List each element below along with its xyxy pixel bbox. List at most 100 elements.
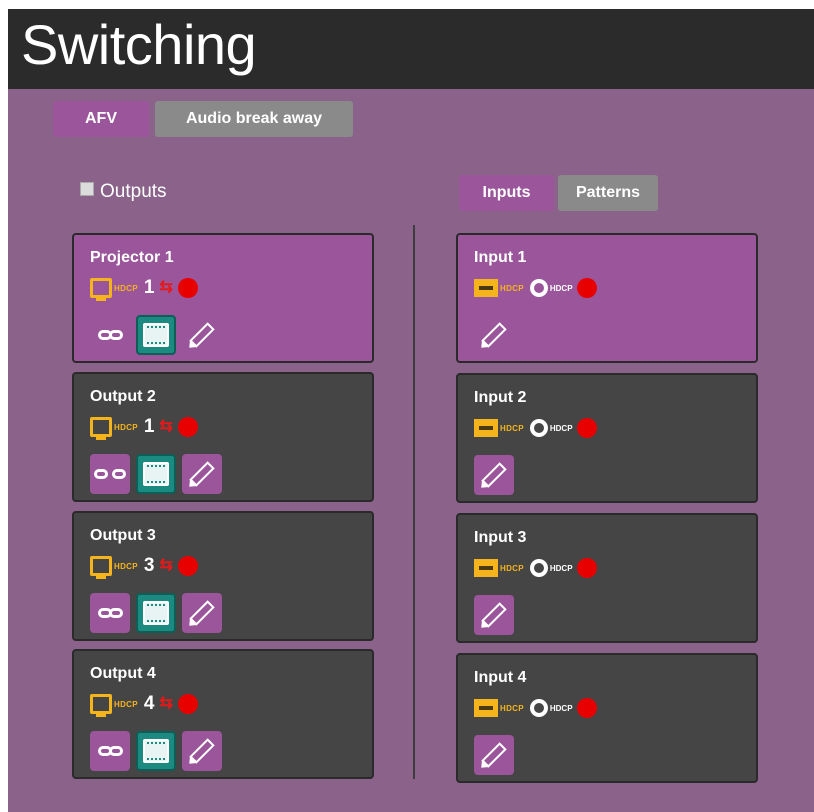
output-name: Projector 1 xyxy=(90,249,174,266)
output-card-2[interactable]: Output 2 HDCP 1 ⇆ xyxy=(72,372,374,502)
pencil-icon xyxy=(189,738,215,764)
link-icon xyxy=(97,330,123,340)
output-name: Output 3 xyxy=(90,527,156,544)
video-frame-icon xyxy=(143,462,169,486)
pencil-icon xyxy=(189,322,215,348)
swap-arrows-icon: ⇆ xyxy=(159,695,173,712)
hdcp-label: HDCP xyxy=(500,423,524,433)
output-card-3[interactable]: Output 3 HDCP 3 ⇆ xyxy=(72,511,374,641)
input-status: HDCP HDCP xyxy=(474,277,597,299)
video-frame-icon xyxy=(143,323,169,347)
unlink-button[interactable] xyxy=(90,454,130,494)
link-button[interactable] xyxy=(90,731,130,771)
input-card-1[interactable]: Input 1 HDCP HDCP xyxy=(456,233,758,363)
unlink-icon xyxy=(94,469,126,479)
output-status: HDCP 1 ⇆ xyxy=(90,416,198,440)
film-reel-icon xyxy=(529,279,548,297)
swap-arrows-icon: ⇆ xyxy=(159,279,173,296)
hdcp-label: HDCP xyxy=(500,563,524,573)
input-name: Input 1 xyxy=(474,249,527,266)
pencil-icon xyxy=(189,600,215,626)
monitor-icon xyxy=(90,694,112,717)
tab-inputs[interactable]: Inputs xyxy=(459,175,554,211)
app-frame: Switching AFV Audio break away Outputs I… xyxy=(8,9,814,812)
hdcp-label: HDCP xyxy=(114,422,138,432)
page-title: Switching xyxy=(21,13,257,76)
port-number: 3 xyxy=(143,555,155,576)
hdmi-port-icon xyxy=(474,559,498,577)
swap-arrows-icon: ⇆ xyxy=(159,557,173,574)
film-reel-icon xyxy=(529,699,548,717)
input-card-4[interactable]: Input 4 HDCP HDCP xyxy=(456,653,758,783)
input-card-2[interactable]: Input 2 HDCP HDCP xyxy=(456,373,758,503)
input-status: HDCP HDCP xyxy=(474,417,597,439)
video-button[interactable] xyxy=(136,315,176,355)
output-name: Output 2 xyxy=(90,388,156,405)
link-icon xyxy=(97,746,123,756)
pencil-icon xyxy=(481,602,507,628)
hdcp-label: HDCP xyxy=(500,283,524,293)
link-button[interactable] xyxy=(90,315,130,355)
output-status: HDCP 4 ⇆ xyxy=(90,693,198,717)
output-status: HDCP 1 ⇆ xyxy=(90,277,198,301)
status-dot-icon xyxy=(177,417,198,437)
hdcp-film-label: HDCP xyxy=(549,703,573,713)
status-dot-icon xyxy=(576,418,597,438)
input-status: HDCP HDCP xyxy=(474,697,597,719)
link-button[interactable] xyxy=(90,593,130,633)
input-name: Input 2 xyxy=(474,389,527,406)
output-status: HDCP 3 ⇆ xyxy=(90,555,198,579)
status-dot-icon xyxy=(177,694,198,714)
output-card-4[interactable]: Output 4 HDCP 4 ⇆ xyxy=(72,649,374,779)
port-number: 4 xyxy=(143,693,155,714)
input-name: Input 4 xyxy=(474,669,527,686)
outputs-checkbox[interactable] xyxy=(80,182,94,196)
outputs-toggle[interactable]: Outputs xyxy=(80,181,167,203)
hdcp-label: HDCP xyxy=(114,699,138,709)
video-button[interactable] xyxy=(136,593,176,633)
output-card-1[interactable]: Projector 1 HDCP 1 ⇆ xyxy=(72,233,374,363)
hdcp-film-label: HDCP xyxy=(549,283,573,293)
hdmi-port-icon xyxy=(474,419,498,437)
input-name: Input 3 xyxy=(474,529,527,546)
pencil-icon xyxy=(481,322,507,348)
status-dot-icon xyxy=(177,278,198,298)
video-button[interactable] xyxy=(136,454,176,494)
output-name: Output 4 xyxy=(90,665,156,682)
edit-button[interactable] xyxy=(182,454,222,494)
input-card-3[interactable]: Input 3 HDCP HDCP xyxy=(456,513,758,643)
status-dot-icon xyxy=(576,278,597,298)
hdmi-port-icon xyxy=(474,279,498,297)
video-frame-icon xyxy=(143,739,169,763)
port-number: 1 xyxy=(143,277,155,298)
hdmi-port-icon xyxy=(474,699,498,717)
input-status: HDCP HDCP xyxy=(474,557,597,579)
outputs-label: Outputs xyxy=(100,181,167,202)
edit-button[interactable] xyxy=(182,593,222,633)
edit-button[interactable] xyxy=(182,731,222,771)
edit-button[interactable] xyxy=(474,595,514,635)
pencil-icon xyxy=(481,462,507,488)
hdcp-label: HDCP xyxy=(114,561,138,571)
tab-patterns[interactable]: Patterns xyxy=(558,175,658,211)
edit-button[interactable] xyxy=(474,735,514,775)
hdcp-label: HDCP xyxy=(500,703,524,713)
tab-audio-break-away[interactable]: Audio break away xyxy=(155,101,353,137)
status-dot-icon xyxy=(177,556,198,576)
monitor-icon xyxy=(90,278,112,301)
link-icon xyxy=(97,608,123,618)
edit-button[interactable] xyxy=(182,315,222,355)
hdcp-film-label: HDCP xyxy=(549,423,573,433)
header-bar: Switching xyxy=(8,9,814,89)
tab-afv[interactable]: AFV xyxy=(53,101,149,137)
pencil-icon xyxy=(481,742,507,768)
edit-button[interactable] xyxy=(474,455,514,495)
film-reel-icon xyxy=(529,559,548,577)
swap-arrows-icon: ⇆ xyxy=(159,418,173,435)
status-dot-icon xyxy=(576,558,597,578)
hdcp-label: HDCP xyxy=(114,283,138,293)
edit-button[interactable] xyxy=(474,315,514,355)
pencil-icon xyxy=(189,461,215,487)
video-button[interactable] xyxy=(136,731,176,771)
video-frame-icon xyxy=(143,601,169,625)
